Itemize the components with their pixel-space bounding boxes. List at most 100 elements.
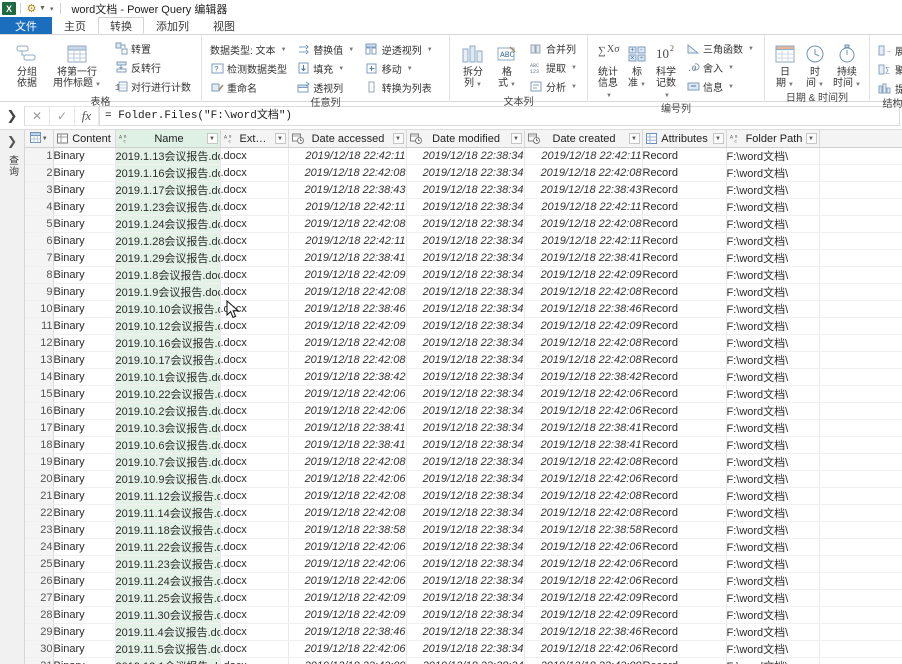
cell-date-accessed[interactable]: 2019/12/18 22:42:06 (288, 471, 406, 488)
cell-name[interactable]: 2019.11.12会议报告.d… (115, 488, 220, 505)
cell-extension[interactable]: .docx (220, 284, 288, 301)
cell-folder-path[interactable]: F:\word文档\ (726, 471, 819, 488)
cell-date-accessed[interactable]: 2019/12/18 22:42:06 (288, 573, 406, 590)
cell-date-created[interactable]: 2019/12/18 22:42:09 (524, 607, 642, 624)
cell-date-accessed[interactable]: 2019/12/18 22:42:09 (288, 607, 406, 624)
cell-date-created[interactable]: 2019/12/18 22:38:46 (524, 301, 642, 318)
cell-extension[interactable]: .docx (220, 471, 288, 488)
cell-folder-path[interactable]: F:\word文档\ (726, 182, 819, 199)
table-row[interactable]: 29Binary2019.11.4会议报告.docx.docx2019/12/1… (25, 624, 902, 641)
cell-date-modified[interactable]: 2019/12/18 22:38:34 (406, 369, 524, 386)
unpivot-columns-button[interactable]: 逆透视列 ▼ (362, 40, 444, 59)
detect-data-type-button[interactable]: ? 检测数据类型 (207, 59, 293, 78)
cell-folder-path[interactable]: F:\word文档\ (726, 165, 819, 182)
cell-content[interactable]: Binary (53, 250, 115, 267)
tab-file[interactable]: 文件 (0, 17, 52, 34)
cell-date-accessed[interactable]: 2019/12/18 22:42:11 (288, 199, 406, 216)
cell-content[interactable]: Binary (53, 352, 115, 369)
cell-extension[interactable]: .docx (220, 267, 288, 284)
cell-name[interactable]: 2019.11.25会议报告.d… (115, 590, 220, 607)
cell-name[interactable]: 2019.1.28会议报告.docx (115, 233, 220, 250)
column-filter-dropdown[interactable]: ▼ (207, 133, 218, 144)
cell-content[interactable]: Binary (53, 301, 115, 318)
cell-date-created[interactable]: 2019/12/18 22:42:08 (524, 165, 642, 182)
cell-extension[interactable]: .docx (220, 658, 288, 664)
chevron-down-icon[interactable]: ▼ (571, 65, 577, 71)
cell-extension[interactable]: .docx (220, 182, 288, 199)
cell-date-modified[interactable]: 2019/12/18 22:38:34 (406, 267, 524, 284)
cell-date-created[interactable]: 2019/12/18 22:38:46 (524, 624, 642, 641)
table-row[interactable]: 21Binary2019.11.12会议报告.d….docx2019/12/18… (25, 488, 902, 505)
cell-date-modified[interactable]: 2019/12/18 22:38:34 (406, 471, 524, 488)
cell-date-modified[interactable]: 2019/12/18 22:38:34 (406, 505, 524, 522)
cell-extension[interactable]: .docx (220, 165, 288, 182)
cell-extension[interactable]: .docx (220, 233, 288, 250)
cell-folder-path[interactable]: F:\word文档\ (726, 335, 819, 352)
cell-name[interactable]: 2019.1.16会议报告.docx (115, 165, 220, 182)
cell-date-created[interactable]: 2019/12/18 22:42:06 (524, 471, 642, 488)
table-row[interactable]: 17Binary2019.10.3会议报告.docx.docx2019/12/1… (25, 420, 902, 437)
time-button[interactable]: 时 间▼ (800, 38, 830, 92)
cell-folder-path[interactable]: F:\word文档\ (726, 573, 819, 590)
cell-extension[interactable]: .docx (220, 386, 288, 403)
cell-date-accessed[interactable]: 2019/12/18 22:38:41 (288, 250, 406, 267)
cell-attributes[interactable]: Record (642, 369, 726, 386)
cell-attributes[interactable]: Record (642, 539, 726, 556)
cell-name[interactable]: 2019.1.9会议报告.docx (115, 284, 220, 301)
table-row[interactable]: 15Binary2019.10.22会议报告.d….docx2019/12/18… (25, 386, 902, 403)
cell-extension[interactable]: .docx (220, 352, 288, 369)
chevron-down-icon[interactable]: ▼ (42, 136, 48, 142)
cell-date-accessed[interactable]: 2019/12/18 22:42:09 (288, 590, 406, 607)
tab-transform[interactable]: 转换 (98, 17, 144, 34)
transpose-button[interactable]: 转置 (111, 39, 196, 58)
cell-extension[interactable]: .docx (220, 454, 288, 471)
expand-button[interactable]: → 展开 (875, 41, 902, 60)
cell-folder-path[interactable]: F:\word文档\ (726, 590, 819, 607)
chevron-down-icon[interactable]: ▼ (281, 47, 287, 53)
chevron-down-icon[interactable]: ▼ (748, 46, 754, 52)
cell-attributes[interactable]: Record (642, 658, 726, 664)
cell-content[interactable]: Binary (53, 165, 115, 182)
cell-attributes[interactable]: Record (642, 488, 726, 505)
cell-extension[interactable]: .docx (220, 607, 288, 624)
cell-attributes[interactable]: Record (642, 420, 726, 437)
cell-name[interactable]: 2019.11.14会议报告.d… (115, 505, 220, 522)
table-row[interactable]: 6Binary2019.1.28会议报告.docx.docx2019/12/18… (25, 233, 902, 250)
tab-home[interactable]: 主页 (52, 17, 98, 34)
cell-date-accessed[interactable]: 2019/12/18 22:38:42 (288, 369, 406, 386)
cell-folder-path[interactable]: F:\word文档\ (726, 386, 819, 403)
cell-content[interactable]: Binary (53, 658, 115, 664)
chevron-down-icon[interactable]: ▼ (39, 5, 46, 12)
cell-attributes[interactable]: Record (642, 590, 726, 607)
cell-attributes[interactable]: Record (642, 284, 726, 301)
cell-date-accessed[interactable]: 2019/12/18 22:38:46 (288, 301, 406, 318)
cell-attributes[interactable]: Record (642, 335, 726, 352)
cell-folder-path[interactable]: F:\word文档\ (726, 641, 819, 658)
cell-folder-path[interactable]: F:\word文档\ (726, 199, 819, 216)
data-preview-grid[interactable]: ▼ Content (25, 130, 902, 664)
cell-name[interactable]: 2019.1.23会议报告.docx (115, 199, 220, 216)
statistics-button[interactable]: ∑ Xσ 统计 信息▼ (593, 38, 623, 103)
cell-date-accessed[interactable]: 2019/12/18 22:42:08 (288, 165, 406, 182)
cell-date-created[interactable]: 2019/12/18 22:38:41 (524, 437, 642, 454)
cell-content[interactable]: Binary (53, 182, 115, 199)
cell-name[interactable]: 2019.1.29会议报告.docx (115, 250, 220, 267)
pivot-column-button[interactable]: 透视列 (293, 78, 362, 97)
cell-date-modified[interactable]: 2019/12/18 22:38:34 (406, 199, 524, 216)
table-row[interactable]: 12Binary2019.10.16会议报告.d….docx2019/12/18… (25, 335, 902, 352)
table-row[interactable]: 20Binary2019.10.9会议报告.docx.docx2019/12/1… (25, 471, 902, 488)
cell-date-created[interactable]: 2019/12/18 22:42:06 (524, 556, 642, 573)
cell-extension[interactable]: .docx (220, 522, 288, 539)
cell-date-accessed[interactable]: 2019/12/18 22:42:09 (288, 658, 406, 664)
table-row[interactable]: 30Binary2019.11.5会议报告.docx.docx2019/12/1… (25, 641, 902, 658)
cell-date-accessed[interactable]: 2019/12/18 22:38:43 (288, 182, 406, 199)
date-button[interactable]: 日 期▼ (770, 38, 800, 92)
table-row[interactable]: 16Binary2019.10.2会议报告.docx.docx2019/12/1… (25, 403, 902, 420)
cell-attributes[interactable]: Record (642, 199, 726, 216)
cell-name[interactable]: 2019.10.22会议报告.d… (115, 386, 220, 403)
cell-date-accessed[interactable]: 2019/12/18 22:42:09 (288, 318, 406, 335)
column-header-date-accessed[interactable]: Date accessed ▼ (288, 130, 406, 148)
chevron-down-icon[interactable]: ▼ (855, 82, 861, 88)
cell-date-accessed[interactable]: 2019/12/18 22:42:08 (288, 216, 406, 233)
cell-date-modified[interactable]: 2019/12/18 22:38:34 (406, 658, 524, 664)
